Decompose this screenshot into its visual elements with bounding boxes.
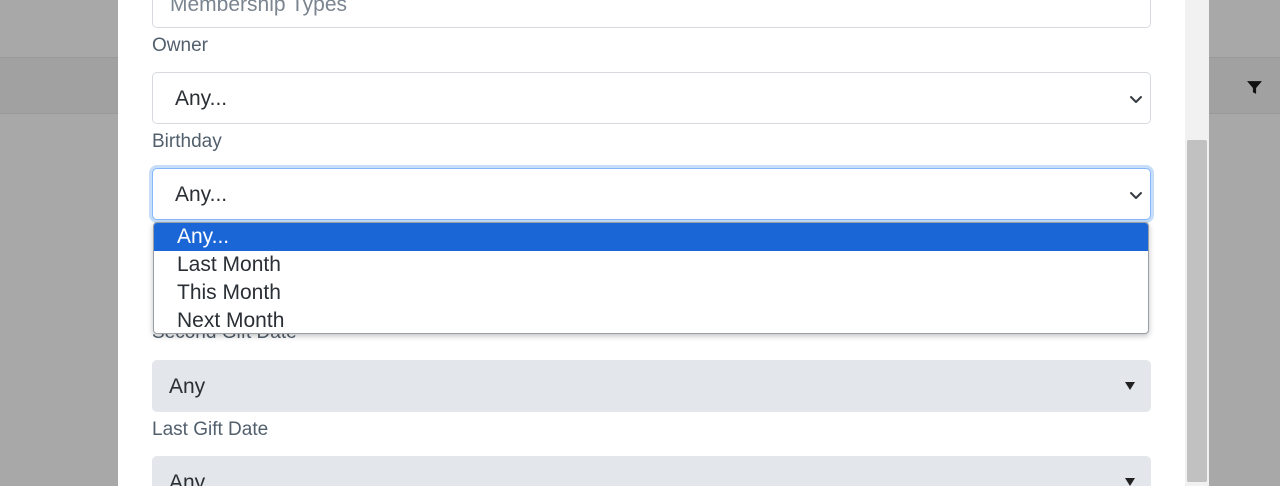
- caret-down-icon: [1125, 478, 1135, 486]
- membership-types-placeholder: Membership Types: [170, 0, 348, 16]
- chevron-down-icon: [1130, 192, 1142, 199]
- birthday-select-value: Any...: [175, 183, 228, 206]
- birthday-label: Birthday: [152, 131, 222, 152]
- dropdown-option-any[interactable]: Any...: [154, 223, 1148, 251]
- dropdown-option-this-month[interactable]: This Month: [154, 279, 1148, 307]
- last-gift-date-value: Any: [169, 471, 206, 486]
- birthday-select[interactable]: Any...: [152, 168, 1151, 220]
- dropdown-option-last-month[interactable]: Last Month: [154, 251, 1148, 279]
- modal-scrollbar-thumb[interactable]: [1187, 140, 1207, 482]
- owner-label: Owner: [152, 35, 208, 56]
- second-gift-date-value: Any: [169, 375, 206, 398]
- second-gift-date-select[interactable]: Any: [152, 360, 1151, 412]
- membership-types-input[interactable]: Membership Types: [152, 0, 1151, 28]
- last-gift-date-select[interactable]: Any: [152, 456, 1151, 486]
- owner-select-value: Any...: [175, 87, 228, 110]
- owner-select[interactable]: Any...: [152, 72, 1151, 124]
- caret-down-icon: [1125, 382, 1135, 390]
- filter-icon[interactable]: [1246, 79, 1263, 96]
- birthday-dropdown-list[interactable]: Any... Last Month This Month Next Month: [153, 222, 1149, 334]
- last-gift-date-label: Last Gift Date: [152, 419, 269, 440]
- chevron-down-icon: [1130, 96, 1142, 103]
- dropdown-option-next-month[interactable]: Next Month: [154, 307, 1148, 333]
